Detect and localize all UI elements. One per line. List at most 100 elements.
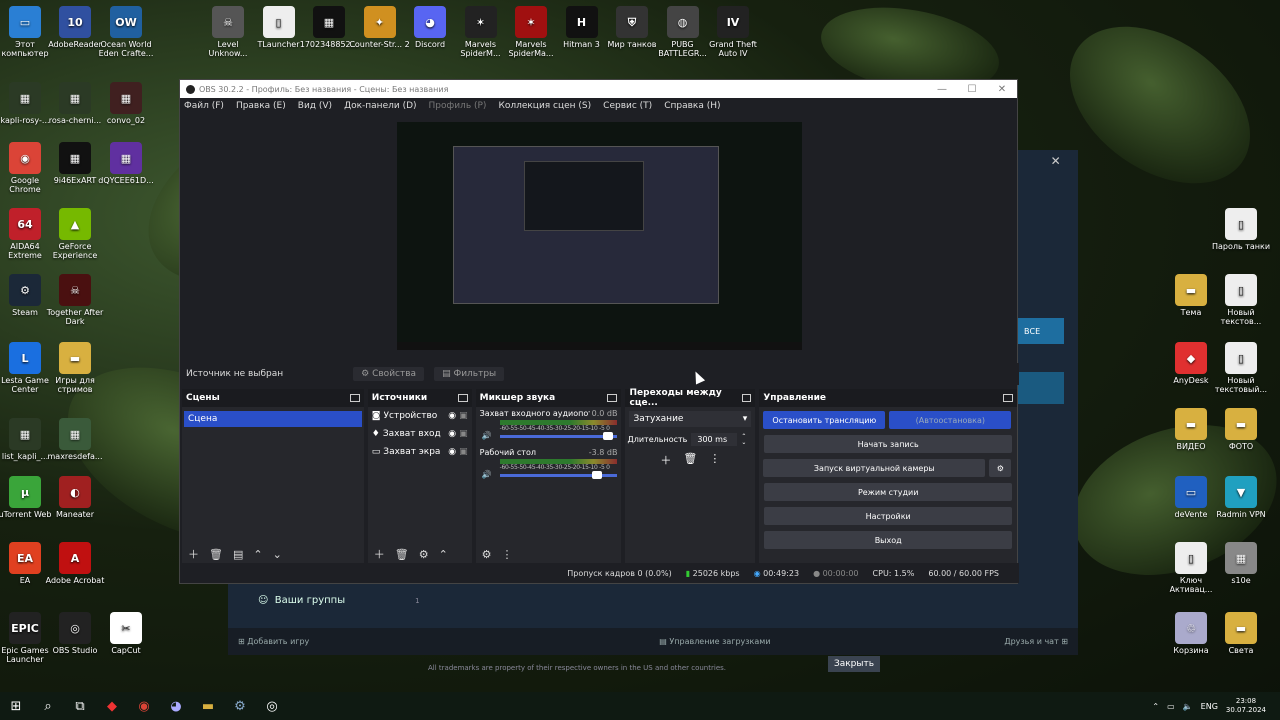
desktop-icon[interactable]: ☠ Together After Dark: [44, 274, 106, 326]
filter-icon[interactable]: ▤: [233, 548, 243, 561]
steam-all-button[interactable]: ВСЕ: [1018, 318, 1064, 344]
speaker-icon[interactable]: 🔊: [482, 470, 492, 479]
menu-item[interactable]: Файл (F): [184, 101, 224, 111]
gear-icon[interactable]: ⚙: [482, 548, 492, 561]
volume-slider[interactable]: [499, 432, 618, 440]
desktop-icon[interactable]: ▼ Radmin VPN: [1210, 476, 1272, 519]
menu-item[interactable]: Профиль (P): [429, 101, 487, 111]
steam-close-button[interactable]: Закрыть: [828, 656, 880, 672]
lock-icon[interactable]: ▣: [459, 411, 468, 421]
steam-groups[interactable]: ☺ Ваши группы 1: [258, 595, 420, 606]
arrow-up-icon[interactable]: ⌃: [439, 548, 448, 561]
menu-item[interactable]: Сервис (T): [603, 101, 652, 111]
close-icon[interactable]: ✕: [1051, 154, 1061, 168]
add-game-button[interactable]: ⊞ Добавить игру: [238, 637, 309, 646]
lock-icon[interactable]: ▣: [459, 447, 468, 457]
duration-stepper[interactable]: ⌃ ⌄: [741, 433, 746, 446]
preview-nested-inner: [524, 161, 644, 231]
source-item[interactable]: ▭ Захват экра ◉ ▣: [368, 443, 472, 461]
desktop-icon[interactable]: IV Grand Theft Auto IV: [702, 6, 764, 58]
duration-input[interactable]: 300 ms: [691, 433, 738, 446]
close-icon[interactable]: ✕: [987, 84, 1017, 95]
language-indicator[interactable]: ENG: [1201, 702, 1218, 711]
undock-icon[interactable]: [457, 394, 468, 402]
menu-item[interactable]: Правка (E): [236, 101, 286, 111]
exit-button[interactable]: Выход: [764, 531, 1013, 549]
maximize-icon[interactable]: ☐: [957, 84, 987, 95]
menu-item[interactable]: Справка (H): [664, 101, 720, 111]
desktop-icon[interactable]: ▯ Новый текстовый...: [1210, 342, 1272, 394]
trash-icon[interactable]: 🗑: [683, 452, 697, 468]
add-icon[interactable]: ＋: [374, 546, 385, 562]
gear-icon[interactable]: ⚙: [419, 548, 429, 561]
stop-stream-button[interactable]: Остановить трансляцию: [763, 411, 886, 429]
windows-start-icon[interactable]: ⊞: [0, 692, 32, 720]
settings-button[interactable]: Настройки: [764, 507, 1013, 525]
desktop-icon[interactable]: ▬ ФОТО: [1210, 408, 1272, 451]
desktop-icon[interactable]: ▯ Новый текстов...: [1210, 274, 1272, 326]
more-icon[interactable]: ⋮: [502, 548, 513, 561]
downloads-button[interactable]: ▤ Управление загрузками: [659, 637, 770, 646]
undock-icon[interactable]: [607, 394, 618, 402]
desktop-icon[interactable]: A Adobe Acrobat: [44, 542, 106, 585]
trash-icon[interactable]: 🗑: [395, 548, 409, 561]
virtual-cam-settings-button[interactable]: ⚙: [989, 459, 1012, 477]
speaker-icon[interactable]: 🔊: [482, 431, 492, 440]
network-icon[interactable]: ▭: [1167, 702, 1175, 711]
minimize-icon[interactable]: —: [927, 84, 957, 95]
search-icon[interactable]: ⌕: [32, 692, 64, 720]
slider-handle[interactable]: [591, 471, 602, 479]
source-item[interactable]: ♦ Захват вход ◉ ▣: [368, 425, 472, 443]
arrow-down-icon[interactable]: ⌄: [273, 548, 282, 561]
steam-taskbar-icon[interactable]: ⚙: [224, 692, 256, 720]
desktop-icon[interactable]: ▦ convo_02: [95, 82, 157, 125]
transition-select[interactable]: Затухание ▾: [629, 411, 752, 427]
add-icon[interactable]: ＋: [188, 546, 199, 562]
studio-mode-button[interactable]: Режим студии: [764, 483, 1013, 501]
undock-icon[interactable]: [1003, 394, 1014, 402]
eye-icon[interactable]: ◉: [448, 429, 456, 439]
add-icon[interactable]: ＋: [660, 452, 671, 468]
virtual-cam-button[interactable]: Запуск виртуальной камеры: [763, 459, 986, 477]
desktop-icon[interactable]: OW Ocean World Eden Crafte...: [95, 6, 157, 58]
desktop-icon[interactable]: ▦ dQYCEE61D...: [95, 142, 157, 185]
desktop-icon[interactable]: ▦ maxresdefa...: [44, 418, 106, 461]
chrome-taskbar-icon[interactable]: ◉: [128, 692, 160, 720]
trash-icon[interactable]: 🗑: [209, 548, 223, 561]
start-record-button[interactable]: Начать запись: [764, 435, 1013, 453]
undock-icon[interactable]: [349, 394, 360, 402]
volume-slider[interactable]: [499, 471, 618, 479]
scene-item[interactable]: Сцена: [184, 411, 362, 427]
undock-icon[interactable]: [742, 394, 752, 402]
obs-taskbar-icon[interactable]: ◎: [256, 692, 288, 720]
source-item[interactable]: ◙ Устройство ◉ ▣: [368, 407, 472, 425]
desktop-icon[interactable]: ▬ Игры для стримов: [44, 342, 106, 394]
desktop-icon[interactable]: ▬ Света: [1210, 612, 1272, 655]
arrow-up-icon[interactable]: ⌃: [253, 548, 262, 561]
autostop-button[interactable]: (Автоостановка): [889, 411, 1012, 429]
menu-item[interactable]: Коллекция сцен (S): [498, 101, 591, 111]
more-icon[interactable]: ⋮: [709, 452, 720, 468]
menu-item[interactable]: Док-панели (D): [344, 101, 416, 111]
desktop-icon[interactable]: ✂ CapCut: [95, 612, 157, 655]
preview-canvas[interactable]: [397, 122, 802, 350]
anydesk-taskbar-icon[interactable]: ◆: [96, 692, 128, 720]
eye-icon[interactable]: ◉: [448, 447, 456, 457]
properties-button[interactable]: ⚙ Свойства: [353, 367, 425, 381]
menu-item[interactable]: Вид (V): [298, 101, 332, 111]
desktop-icon[interactable]: ▦ s10e: [1210, 542, 1272, 585]
browser-taskbar-icon[interactable]: ◕: [160, 692, 192, 720]
desktop-icon[interactable]: ◐ Maneater: [44, 476, 106, 519]
slider-handle[interactable]: [603, 432, 614, 440]
desktop-icon[interactable]: ▲ GeForce Experience: [44, 208, 106, 260]
clock[interactable]: 23:08 30.07.2024: [1226, 697, 1266, 715]
volume-icon[interactable]: 🔈: [1183, 702, 1193, 711]
friends-button[interactable]: Друзья и чат ⊞: [1004, 637, 1068, 646]
folder-taskbar-icon[interactable]: ▬: [192, 692, 224, 720]
filters-button[interactable]: ▤ Фильтры: [434, 367, 505, 381]
tray-up-icon[interactable]: ⌃: [1152, 702, 1159, 711]
task-view-icon[interactable]: ⧉: [64, 692, 96, 720]
desktop-icon[interactable]: ▯ Пароль танки: [1210, 208, 1272, 251]
lock-icon[interactable]: ▣: [459, 429, 468, 439]
eye-icon[interactable]: ◉: [448, 411, 456, 421]
